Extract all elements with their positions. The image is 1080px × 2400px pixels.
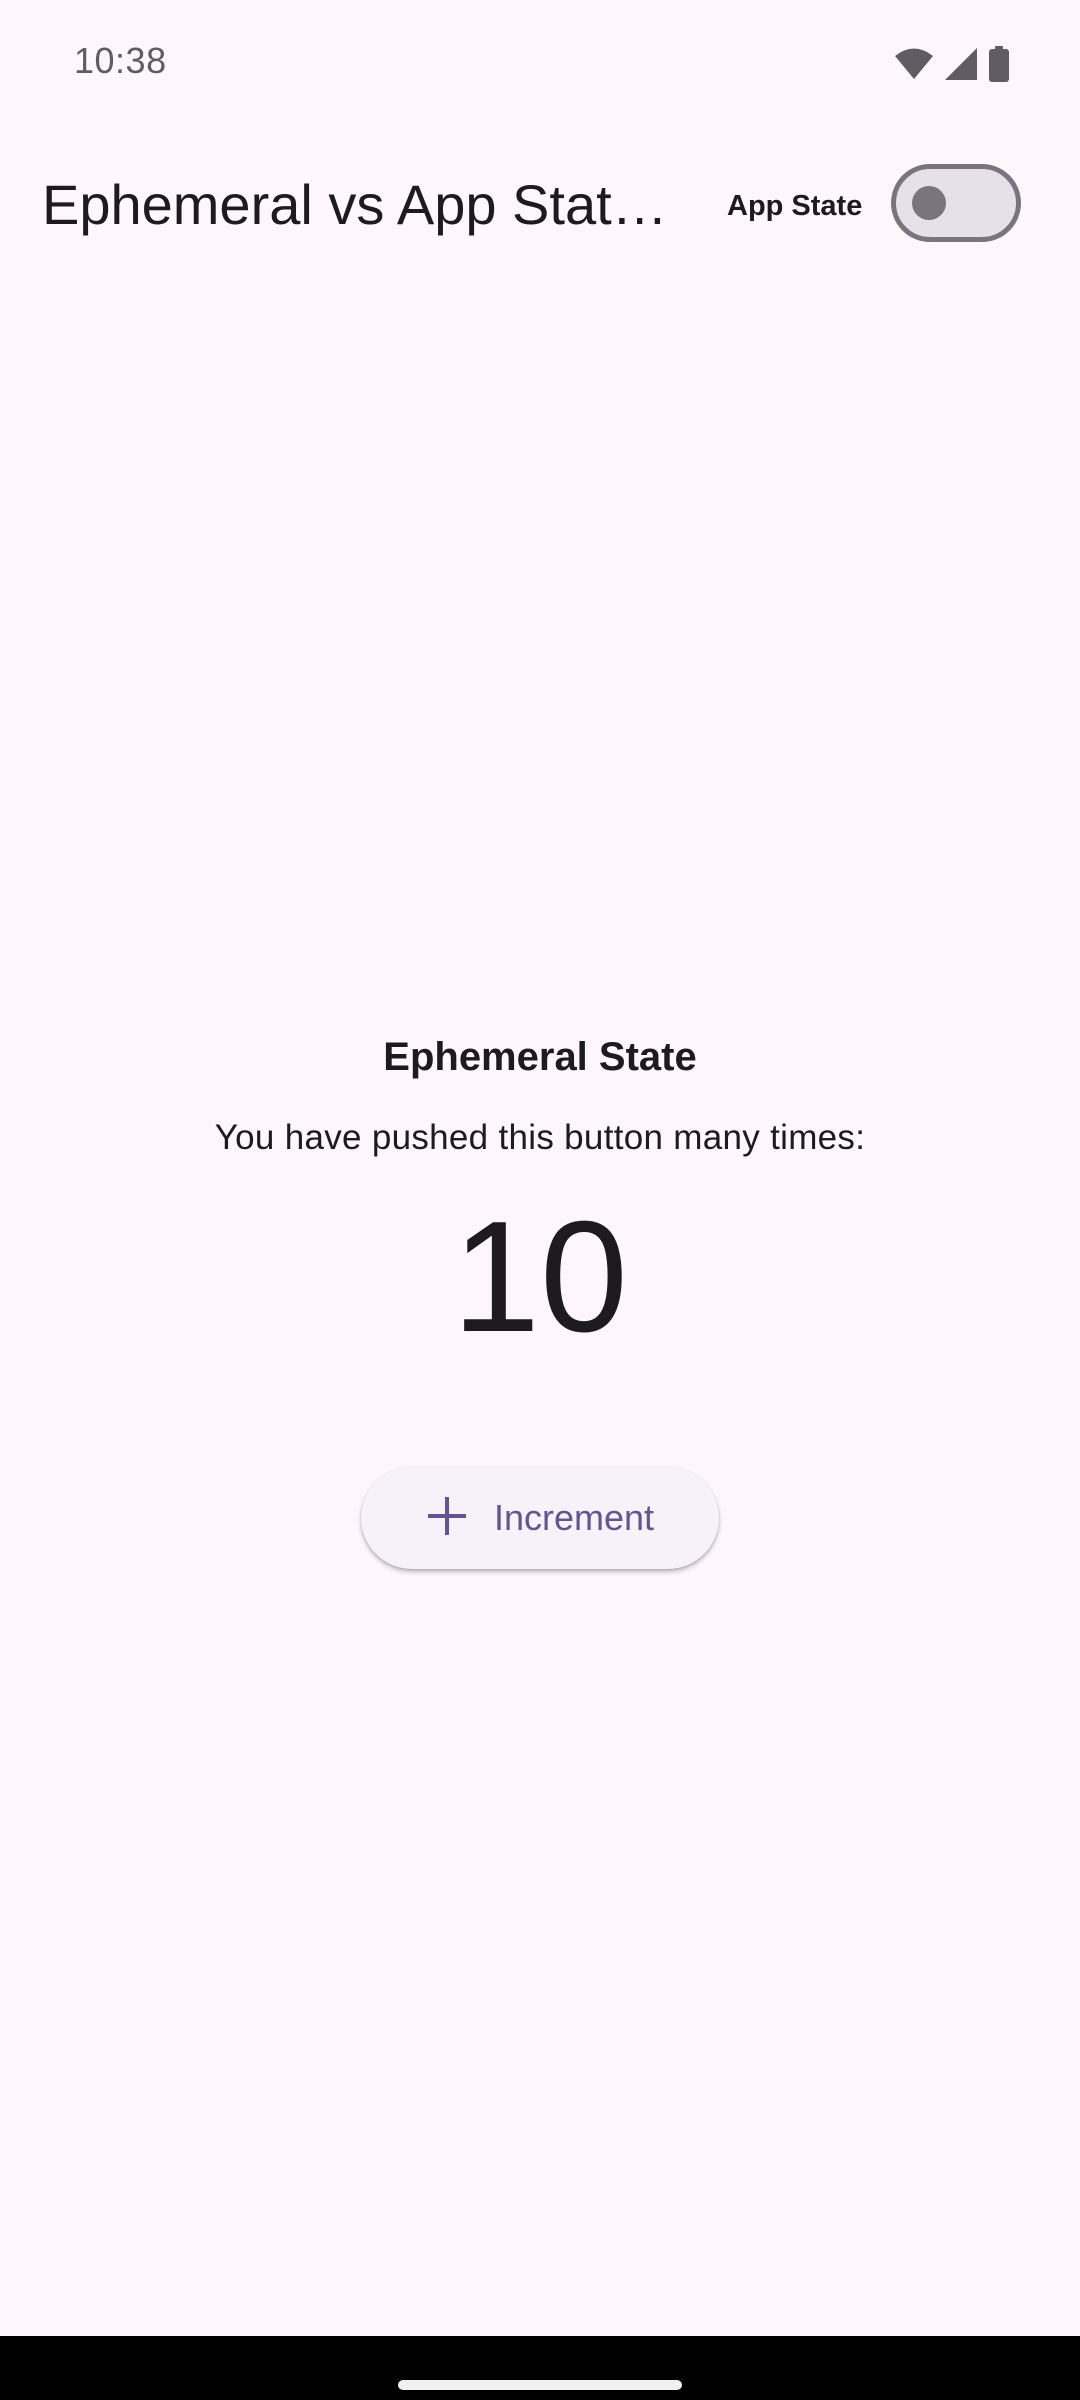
wifi-icon (894, 47, 934, 86)
signal-icon (944, 47, 978, 86)
increment-button-label: Increment (493, 1497, 655, 1538)
app-state-switch[interactable] (891, 164, 1021, 242)
app-state-toggle-label: App State (727, 190, 863, 222)
counter-value: 10 (452, 1189, 628, 1365)
counter-description: You have pushed this button many times: (214, 1118, 866, 1157)
plus-icon (426, 1495, 468, 1542)
section-heading: Ephemeral State (383, 1035, 697, 1079)
app-bar: Ephemeral vs App Stat… App State (0, 140, 1080, 270)
status-time: 10:38 (74, 40, 167, 81)
page-title: Ephemeral vs App Stat… (42, 173, 668, 236)
increment-button[interactable]: Increment (361, 1467, 719, 1569)
system-nav-bar (0, 2336, 1080, 2400)
home-indicator[interactable] (398, 2380, 682, 2390)
battery-icon (988, 46, 1010, 87)
status-icons (894, 46, 1010, 87)
switch-thumb (912, 186, 946, 220)
status-bar: 10:38 (0, 0, 1080, 130)
